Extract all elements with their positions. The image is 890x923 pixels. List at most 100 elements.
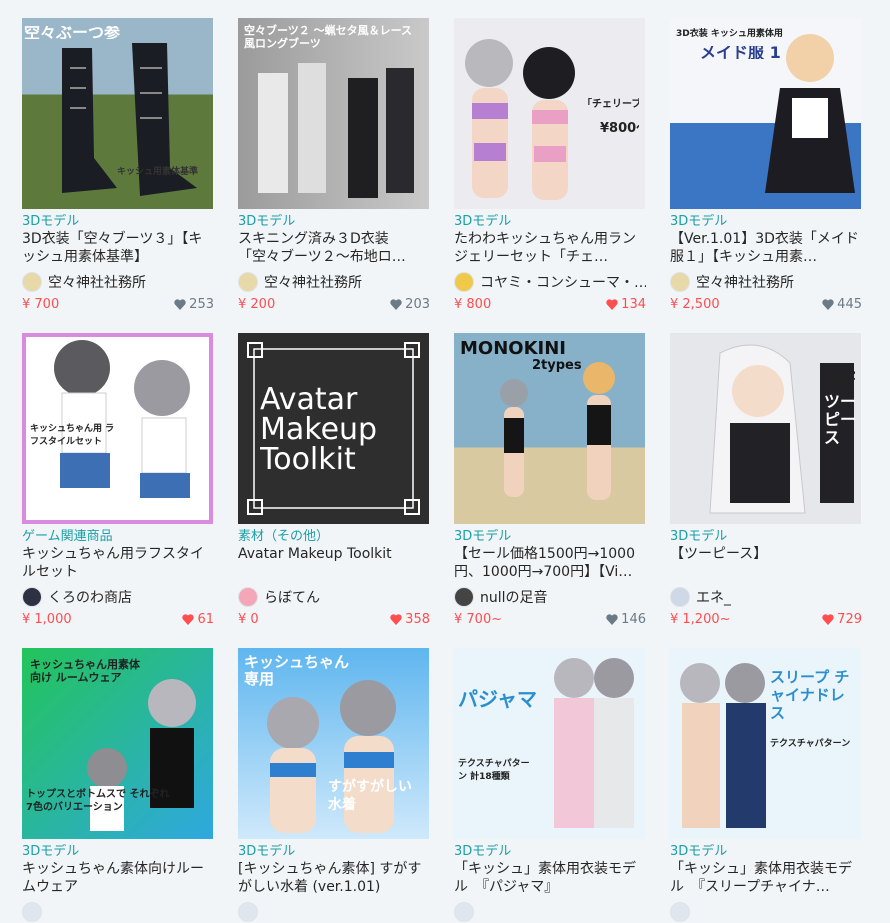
product-card[interactable]: Avatar Makeup Toolkit 素材（その他） Avatar Mak… [238, 333, 430, 628]
like-count: 61 [197, 611, 214, 627]
product-card[interactable]: ツーピース チェック 3Dモデル 【ツーピース】 エネ_ ¥ 1,200~ 72… [670, 333, 862, 628]
shop-link[interactable] [670, 901, 862, 923]
like-button[interactable]: 61 [182, 612, 214, 627]
like-button[interactable]: 146 [606, 612, 646, 627]
product-title[interactable]: 【ツーピース】 [670, 545, 862, 581]
product-title[interactable]: キッシュちゃん素体向けルームウェア [22, 860, 214, 896]
like-button[interactable]: 134 [606, 297, 646, 312]
product-thumbnail[interactable]: パジャマ テクスチャパターン 計18種類 [454, 648, 645, 839]
shop-link[interactable]: 空々神社社務所 [22, 271, 214, 293]
product-thumbnail[interactable]: 空々ブーツ２ ～蝋セタ風＆レース風ロングブーツ [238, 18, 429, 209]
product-title[interactable]: キッシュちゃん用ラフスタイルセット [22, 545, 214, 581]
product-card[interactable]: MONOKINI 2types 3Dモデル 【セール価格1500円→1000円、… [454, 333, 646, 628]
product-title[interactable]: 「キッシュ」素体用衣装モデル 『スリープチャイナ… [670, 860, 862, 896]
shop-avatar [238, 272, 258, 292]
shop-link[interactable]: エネ_ [670, 586, 862, 608]
product-thumbnail[interactable]: 空々ぶーつ参 キッシュ用素体基準 [22, 18, 213, 209]
product-title[interactable]: 【セール価格1500円→1000円、1000円→700円】【Vi… [454, 545, 646, 581]
like-button[interactable]: 729 [822, 612, 862, 627]
shop-name: くろのわ商店 [48, 590, 132, 606]
product-price: ¥ 200 [238, 296, 276, 312]
heart-icon [182, 613, 195, 625]
product-thumbnail[interactable]: 3D衣装 キッシュ用素体用 メイド服 1 [670, 18, 861, 209]
thumbnail-caption: 空々ぶーつ参 [24, 26, 121, 39]
shop-link[interactable]: 空々神社社務所 [238, 271, 430, 293]
shop-link[interactable]: コヤミ・コンシューマ・… [454, 271, 646, 293]
shop-link[interactable] [454, 901, 646, 923]
product-category[interactable]: 素材（その他） [238, 529, 430, 545]
product-thumbnail[interactable]: キッシュちゃん用 ラフスタイルセット [22, 333, 213, 524]
product-title[interactable]: 「キッシュ」素体用衣装モデル 『パジャマ』 [454, 860, 646, 896]
like-count: 134 [621, 296, 646, 312]
product-title[interactable]: スキニング済み３D衣装「空々ブーツ２～布地ロ… [238, 230, 430, 266]
thumbnail-caption: ツーピース [824, 393, 857, 447]
product-thumbnail[interactable]: キッシュちゃん用素体向け ルームウェア トップスとボトムスで それぞれ7色のバリ… [22, 648, 213, 839]
thumbnail-caption: キッシュちゃん用素体向け ルームウェア [30, 658, 140, 684]
product-title[interactable]: 3D衣装「空々ブーツ３」【キッシュ用素体基準】 [22, 230, 214, 266]
like-button[interactable]: 253 [174, 297, 214, 312]
product-card[interactable]: 3D衣装 キッシュ用素体用 メイド服 1 3Dモデル 【Ver.1.01】3D衣… [670, 18, 862, 313]
product-category[interactable]: 3Dモデル [670, 214, 862, 230]
product-thumbnail[interactable]: Avatar Makeup Toolkit [238, 333, 429, 524]
shop-link[interactable]: くろのわ商店 [22, 586, 214, 608]
product-thumbnail[interactable]: MONOKINI 2types [454, 333, 645, 524]
thumbnail-caption: スリープ チャイナドレス [770, 668, 850, 722]
product-title[interactable]: 【Ver.1.01】3D衣装「メイド服１」【キッシュ用素… [670, 230, 862, 266]
product-thumbnail[interactable]: キッシュちゃん 専用 すがすがしい 水着 [238, 648, 429, 839]
product-card[interactable]: キッシュちゃん 専用 すがすがしい 水着 3Dモデル [キッシュちゃん素体] す… [238, 648, 430, 923]
product-card[interactable]: 空々ぶーつ参 キッシュ用素体基準 3Dモデル 3D衣装「空々ブーツ３」【キッシュ… [22, 18, 214, 313]
shop-link[interactable]: nullの足音 [454, 586, 646, 608]
product-title[interactable]: Avatar Makeup Toolkit [238, 545, 430, 581]
product-category[interactable]: 3Dモデル [238, 844, 430, 860]
shop-name: nullの足音 [480, 590, 548, 606]
like-count: 445 [837, 296, 862, 312]
product-price: ¥ 2,500 [670, 296, 720, 312]
product-price: ¥ 1,000 [22, 611, 72, 627]
product-category[interactable]: 3Dモデル [454, 844, 646, 860]
shop-link[interactable]: 空々神社社務所 [670, 271, 862, 293]
product-category[interactable]: 3Dモデル [22, 214, 214, 230]
product-title[interactable]: たわわキッシュちゃん用ランジェリーセット「チェ… [454, 230, 646, 266]
thumbnail-subcaption: チェック [820, 372, 855, 383]
like-button[interactable]: 358 [390, 612, 430, 627]
heart-icon [174, 298, 186, 310]
product-category[interactable]: 3Dモデル [238, 214, 430, 230]
product-card[interactable]: キッシュちゃん用素体向け ルームウェア トップスとボトムスで それぞれ7色のバリ… [22, 648, 214, 923]
shop-avatar [454, 902, 474, 922]
like-button[interactable]: 203 [390, 297, 430, 312]
product-category[interactable]: 3Dモデル [670, 529, 862, 545]
product-category[interactable]: 3Dモデル [670, 844, 862, 860]
thumbnail-caption: 3D衣装 キッシュ用素体用 [676, 29, 783, 39]
shop-link[interactable] [22, 901, 214, 923]
product-thumbnail[interactable]: 「チェリーブロッ ¥800～ [454, 18, 645, 209]
heart-icon [390, 298, 402, 310]
like-button[interactable]: 445 [822, 297, 862, 312]
product-card[interactable]: スリープ チャイナドレス テクスチャパターン 3Dモデル 「キッシュ」素体用衣装… [670, 648, 862, 923]
product-price: ¥ 800 [454, 296, 492, 312]
shop-avatar [22, 587, 42, 607]
thumbnail-subcaption: テクスチャパターン 計18種類 [458, 759, 530, 782]
shop-name: 空々神社社務所 [48, 275, 146, 291]
product-category[interactable]: 3Dモデル [454, 214, 646, 230]
product-category[interactable]: 3Dモデル [22, 844, 214, 860]
thumbnail-caption: MONOKINI [460, 339, 566, 359]
shop-avatar [670, 587, 690, 607]
thumbnail-caption: Avatar Makeup Toolkit [260, 385, 378, 475]
product-thumbnail[interactable]: ツーピース チェック [670, 333, 861, 524]
product-category[interactable]: ゲーム関連商品 [22, 529, 214, 545]
shop-avatar [670, 272, 690, 292]
product-title[interactable]: [キッシュちゃん素体] すがすがしい水着 (ver.1.01) [238, 860, 430, 896]
product-card[interactable]: 空々ブーツ２ ～蝋セタ風＆レース風ロングブーツ 3Dモデル スキニング済み３D衣… [238, 18, 430, 313]
product-card[interactable]: 「チェリーブロッ ¥800～ 3Dモデル たわわキッシュちゃん用ランジェリーセッ… [454, 18, 646, 313]
shop-link[interactable]: らぼてん [238, 586, 430, 608]
thumbnail-caption: キッシュちゃん用 ラフスタイルセット [30, 424, 115, 447]
like-count: 203 [405, 296, 430, 312]
product-thumbnail[interactable]: スリープ チャイナドレス テクスチャパターン [670, 648, 861, 839]
heart-icon [606, 298, 618, 310]
thumbnail-subcaption: すがすがしい 水着 [328, 779, 412, 813]
product-card[interactable]: パジャマ テクスチャパターン 計18種類 3Dモデル 「キッシュ」素体用衣装モデ… [454, 648, 646, 923]
product-card[interactable]: キッシュちゃん用 ラフスタイルセット ゲーム関連商品 キッシュちゃん用ラフスタイ… [22, 333, 214, 628]
thumbnail-caption: 空々ブーツ２ ～蝋セタ風＆レース風ロングブーツ [244, 24, 413, 50]
shop-link[interactable] [238, 901, 430, 923]
product-category[interactable]: 3Dモデル [454, 529, 646, 545]
